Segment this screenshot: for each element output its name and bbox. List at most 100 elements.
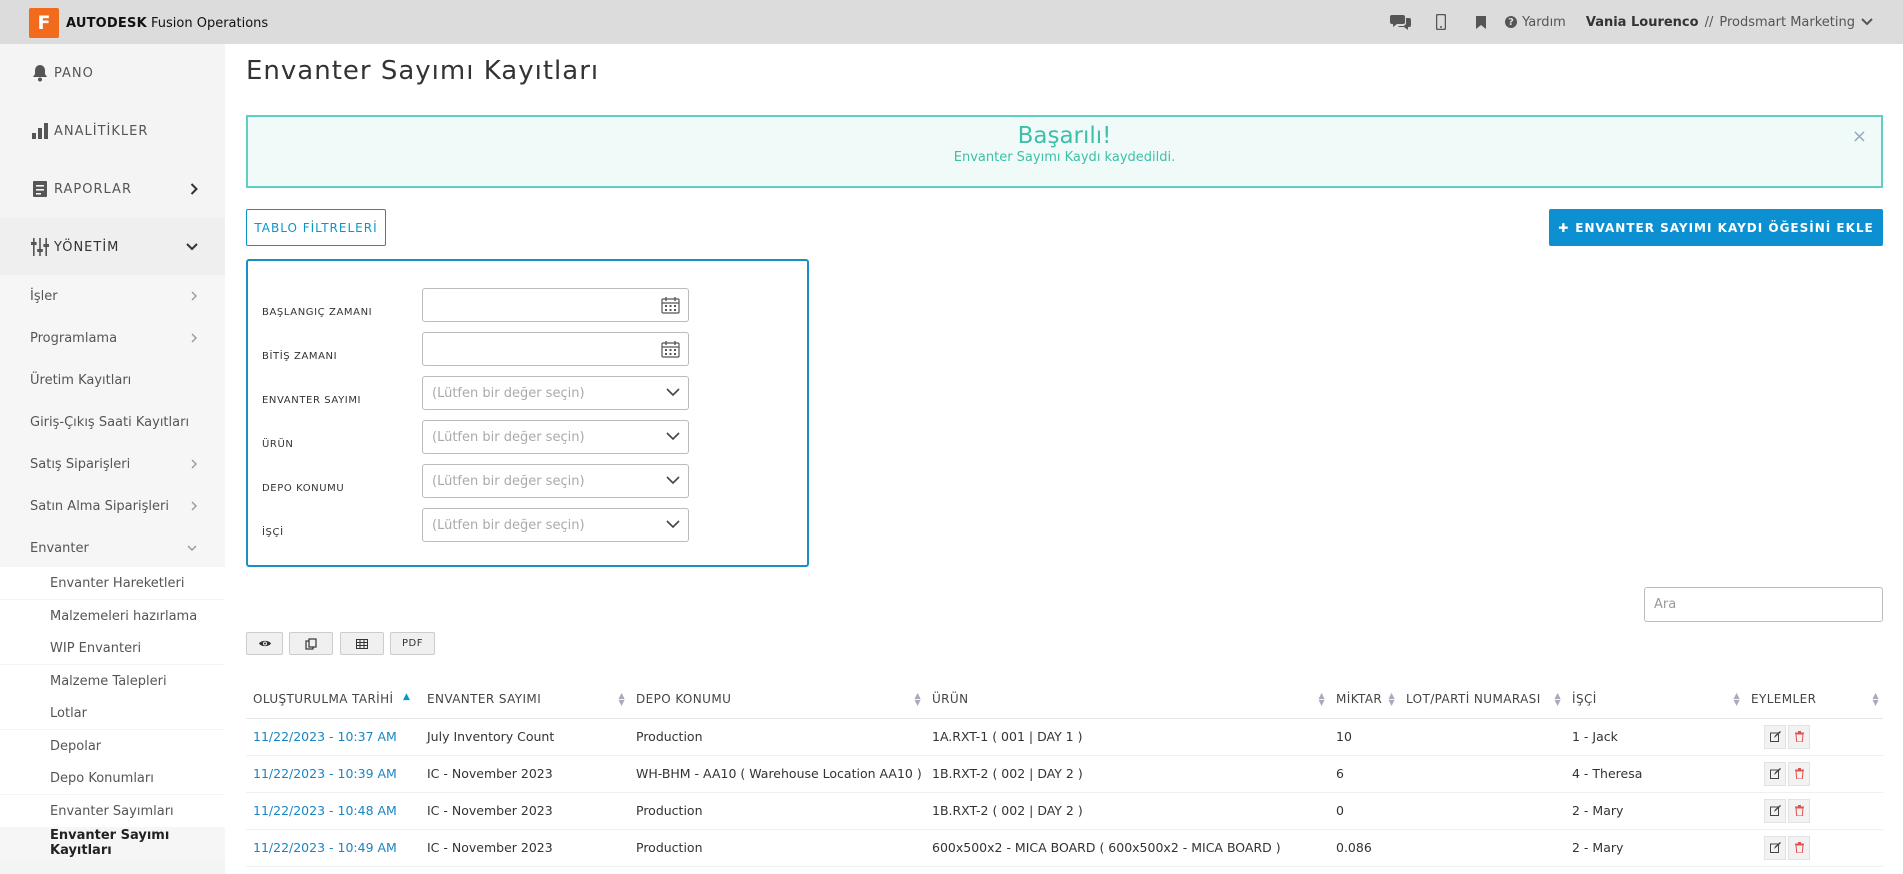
inventory-count-select[interactable]: (Lütfen bir değer seçin) bbox=[422, 376, 689, 410]
add-button-label: ENVANTER SAYIMI KAYDI ÖĞESİNİ EKLE bbox=[1575, 220, 1874, 235]
sidebar-item-material-prep[interactable]: Malzemeleri hazırlama bbox=[0, 600, 225, 632]
product-cell: 1B.RXT-2 ( 002 | DAY 2 ) bbox=[925, 755, 1329, 793]
eye-icon bbox=[258, 640, 271, 647]
sidebar-item-reports[interactable]: RAPORLAR bbox=[0, 160, 225, 218]
mobile-icon[interactable] bbox=[1421, 0, 1461, 44]
quantity-cell: 6 bbox=[1329, 755, 1399, 793]
created-at-link[interactable]: 11/22/2023 - 10:49 AM bbox=[246, 829, 420, 867]
product-cell: 1B.RXT-2 ( 002 | DAY 2 ) bbox=[925, 792, 1329, 830]
sidebar-item-inventory[interactable]: Envanter bbox=[0, 527, 225, 569]
sidebar-item-inventory-count-records[interactable]: Envanter Sayımı Kayıtları bbox=[0, 827, 225, 859]
sidebar-item-clock-records[interactable]: Giriş-Çıkış Saati Kayıtları bbox=[0, 401, 225, 443]
column-visibility-button[interactable] bbox=[246, 632, 283, 655]
table-row: 11/22/2023 - 10:39 AM IC - November 2023… bbox=[246, 755, 1883, 793]
brand[interactable]: F AUTODESK Fusion Operations bbox=[29, 8, 268, 38]
chevron-right-icon bbox=[191, 291, 197, 301]
export-pdf-button[interactable]: PDF bbox=[390, 632, 435, 655]
worker-select[interactable]: (Lütfen bir değer seçin) bbox=[422, 508, 689, 542]
bar-chart-icon bbox=[30, 121, 50, 141]
column-label: DEPO KONUMU bbox=[636, 691, 732, 706]
edit-icon[interactable] bbox=[1764, 724, 1786, 749]
edit-icon[interactable] bbox=[1764, 761, 1786, 786]
sidebar-item-production-records[interactable]: Üretim Kayıtları bbox=[0, 359, 225, 401]
sidebar-item-inventory-counts[interactable]: Envanter Sayımları bbox=[0, 795, 225, 827]
sidebar-item-label: Malzemeleri hazırlama bbox=[50, 608, 198, 624]
sidebar-item-purchase-orders[interactable]: Satın Alma Siparişleri bbox=[0, 485, 225, 527]
sidebar-item-management[interactable]: YÖNETİM bbox=[0, 218, 225, 276]
chat-icon[interactable] bbox=[1381, 0, 1421, 44]
sidebar-item-warehouses[interactable]: Depolar bbox=[0, 730, 225, 762]
export-excel-button[interactable] bbox=[340, 632, 384, 655]
sidebar-item-analytics[interactable]: ANALİTİKLER bbox=[0, 102, 225, 160]
calendar-icon[interactable] bbox=[661, 340, 680, 358]
start-time-input[interactable] bbox=[422, 288, 689, 322]
trash-icon[interactable] bbox=[1788, 798, 1810, 823]
trash-icon[interactable] bbox=[1788, 835, 1810, 860]
sort-icon: ▲ ▼ bbox=[1318, 691, 1325, 707]
sidebar-item-label: İşler bbox=[30, 288, 58, 304]
sidebar-item-label: YÖNETİM bbox=[54, 239, 120, 255]
copy-button[interactable] bbox=[289, 632, 333, 655]
inventory-count-cell: July Inventory Count bbox=[420, 718, 629, 756]
sidebar-item-label: Programlama bbox=[30, 330, 118, 346]
column-header-created-at[interactable]: OLUŞTURULMA TARİHİ ▲ bbox=[246, 680, 420, 719]
sidebar-item-inventory-movements[interactable]: Envanter Hareketleri bbox=[0, 567, 225, 599]
close-icon[interactable]: × bbox=[1852, 126, 1867, 147]
trash-icon[interactable] bbox=[1788, 761, 1810, 786]
table-row: 11/22/2023 - 10:49 AM IC - November 2023… bbox=[246, 829, 1883, 867]
trash-icon[interactable] bbox=[1788, 724, 1810, 749]
edit-icon[interactable] bbox=[1764, 798, 1786, 823]
worker-cell: 1 - Jack bbox=[1565, 718, 1744, 756]
brand-text: AUTODESK Fusion Operations bbox=[66, 16, 268, 31]
column-header-inventory-count[interactable]: ENVANTER SAYIMI ▲ ▼ bbox=[420, 680, 629, 719]
sidebar-item-scheduling[interactable]: Programlama bbox=[0, 317, 225, 359]
sidebar-item-label: WIP Envanteri bbox=[50, 640, 142, 656]
sidebar-item-label: Satın Alma Siparişleri bbox=[30, 498, 169, 514]
add-inventory-count-record-button[interactable]: ✚ ENVANTER SAYIMI KAYDI ÖĞESİNİ EKLE bbox=[1549, 209, 1883, 246]
created-at-link[interactable]: 11/22/2023 - 10:48 AM bbox=[246, 792, 420, 830]
sidebar-item-material-requests[interactable]: Malzeme Talepleri bbox=[0, 665, 225, 697]
warehouse-location-select[interactable]: (Lütfen bir değer seçin) bbox=[422, 464, 689, 498]
help-link[interactable]: ? Yardım bbox=[1505, 15, 1566, 30]
column-label: MİKTAR bbox=[1336, 691, 1383, 706]
created-at-link[interactable]: 11/22/2023 - 10:37 AM bbox=[246, 718, 420, 756]
sidebar-item-lots[interactable]: Lotlar bbox=[0, 697, 225, 729]
bookmark-icon[interactable] bbox=[1461, 0, 1501, 44]
column-header-worker[interactable]: İŞÇİ ▲ ▼ bbox=[1565, 680, 1744, 719]
actions-cell bbox=[1744, 829, 1883, 867]
chevron-right-icon bbox=[191, 459, 197, 469]
company-name: Prodsmart Marketing bbox=[1719, 14, 1855, 30]
created-at-link[interactable]: 11/22/2023 - 10:39 AM bbox=[246, 755, 420, 793]
column-header-warehouse-location[interactable]: DEPO KONUMU ▲ ▼ bbox=[629, 680, 925, 719]
column-header-product[interactable]: ÜRÜN ▲ ▼ bbox=[925, 680, 1329, 719]
plus-icon: ✚ bbox=[1558, 220, 1570, 235]
location-cell: Production bbox=[629, 718, 925, 756]
sidebar-item-jobs[interactable]: İşler bbox=[0, 275, 225, 317]
top-bar: F AUTODESK Fusion Operations ? Yardım Va… bbox=[0, 0, 1903, 44]
sidebar-item-label: Üretim Kayıtları bbox=[30, 372, 132, 388]
end-time-input[interactable] bbox=[422, 332, 689, 366]
inventory-count-records-table: OLUŞTURULMA TARİHİ ▲ ENVANTER SAYIMI ▲ ▼ DE… bbox=[246, 680, 1883, 867]
calendar-icon[interactable] bbox=[661, 296, 680, 314]
product-select[interactable]: (Lütfen bir değer seçin) bbox=[422, 420, 689, 454]
search-input[interactable] bbox=[1644, 587, 1883, 622]
alert-message: Envanter Sayımı Kaydı kaydedildi. bbox=[953, 150, 1176, 165]
sort-icon: ▲ ▼ bbox=[1554, 691, 1561, 707]
worker-label: İŞÇİ bbox=[262, 527, 284, 538]
sidebar-item-warehouse-locations[interactable]: Depo Konumları bbox=[0, 762, 225, 794]
user-menu[interactable]: Vania Lourenco // Prodsmart Marketing bbox=[1586, 15, 1873, 30]
sidebar-item-sales-orders[interactable]: Satış Siparişleri bbox=[0, 443, 225, 485]
column-header-quantity[interactable]: MİKTAR ▲ ▼ bbox=[1329, 680, 1399, 719]
product-label: ÜRÜN bbox=[262, 439, 294, 450]
sidebar-item-wip-inventory[interactable]: WIP Envanteri bbox=[0, 632, 225, 664]
chevron-right-icon bbox=[191, 333, 197, 343]
sidebar-item-pano[interactable]: PANO bbox=[0, 44, 225, 102]
alert-title: Başarılı! bbox=[1017, 123, 1112, 149]
edit-icon[interactable] bbox=[1764, 835, 1786, 860]
help-label: Yardım bbox=[1522, 14, 1566, 30]
column-header-lot[interactable]: LOT/PARTİ NUMARASI ▲ ▼ bbox=[1399, 680, 1565, 719]
table-filters-button[interactable]: TABLO FİLTRELERİ bbox=[246, 209, 386, 246]
inventory-count-cell: IC - November 2023 bbox=[420, 829, 629, 867]
select-placeholder: (Lütfen bir değer seçin) bbox=[432, 473, 585, 489]
chevron-right-icon bbox=[191, 501, 197, 511]
